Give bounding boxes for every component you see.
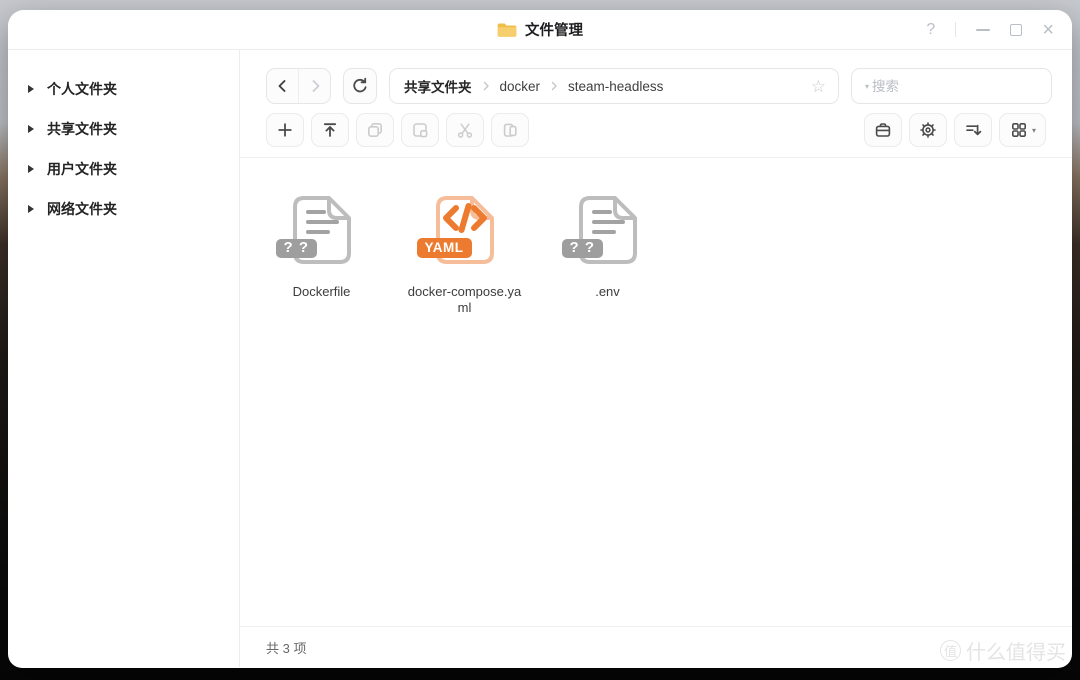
refresh-button[interactable]	[343, 68, 377, 104]
file-grid: ? ? Dockerfile	[240, 158, 1072, 626]
sidebar-item-label: 共享文件夹	[47, 119, 117, 139]
generic-file-icon: ? ?	[569, 191, 647, 271]
file-item-dockerfile[interactable]: ? ? Dockerfile	[250, 191, 393, 626]
page-title: 文件管理	[525, 19, 583, 40]
back-button[interactable]	[267, 69, 298, 103]
sidebar-item-label: 用户文件夹	[47, 159, 117, 179]
chevron-right-icon	[549, 81, 559, 91]
toolbar-right-group: ▾	[864, 113, 1046, 147]
upload-button[interactable]	[311, 113, 349, 147]
forward-button[interactable]	[298, 69, 330, 103]
cut-button[interactable]	[446, 113, 484, 147]
close-icon[interactable]: ×	[1042, 20, 1054, 40]
sidebar-item-label: 网络文件夹	[47, 199, 117, 219]
expand-caret-icon[interactable]	[28, 125, 34, 133]
watermark-text: 什么值得买	[966, 636, 1066, 665]
content-pane: 共享文件夹 docker steam-headless ☆	[240, 50, 1072, 667]
navigation-row: 共享文件夹 docker steam-headless ☆	[240, 50, 1072, 104]
gear-icon	[918, 120, 938, 140]
file-item-env[interactable]: ? ? .env	[536, 191, 679, 626]
chevron-right-icon	[313, 81, 318, 91]
settings-button[interactable]	[909, 113, 947, 147]
sort-button[interactable]	[954, 113, 992, 147]
search-input[interactable]	[872, 79, 1049, 94]
breadcrumb: 共享文件夹 docker steam-headless ☆	[389, 68, 839, 104]
search-scope-caret-icon[interactable]: ▾	[865, 82, 869, 91]
main-area: 个人文件夹 共享文件夹 用户文件夹 网络文件夹	[8, 50, 1072, 667]
titlebar: 文件管理 ? ×	[8, 10, 1072, 50]
titlebar-title-group: 文件管理	[8, 10, 1072, 49]
view-mode-button[interactable]: ▾	[999, 113, 1046, 147]
view-grid-icon	[1009, 120, 1029, 140]
expand-caret-icon[interactable]	[28, 165, 34, 173]
toolbar-left-group	[266, 113, 529, 147]
sidebar-item-shared-folders[interactable]: 共享文件夹	[8, 109, 239, 149]
generic-file-icon: ? ?	[283, 191, 361, 271]
search-box: ▾	[851, 68, 1052, 104]
folder-icon	[497, 21, 517, 38]
copy-icon	[365, 120, 385, 140]
file-name: docker-compose.yaml	[406, 284, 524, 316]
file-name: Dockerfile	[263, 284, 381, 300]
toolbar: ▾	[240, 104, 1072, 158]
new-icon	[275, 120, 295, 140]
paste-button[interactable]	[491, 113, 529, 147]
file-type-badge: ? ?	[276, 239, 318, 258]
chevron-right-icon	[481, 81, 491, 91]
minimize-icon[interactable]	[976, 29, 990, 31]
window-controls: ? ×	[926, 10, 1054, 49]
file-manager-window: 文件管理 ? × 个人文件夹 共享文件夹 用户文件夹	[8, 10, 1072, 668]
task-manager-button[interactable]	[864, 113, 902, 147]
view-mode-caret-icon: ▾	[1032, 126, 1036, 135]
upload-icon	[320, 120, 340, 140]
controls-divider	[955, 22, 956, 37]
refresh-icon	[350, 76, 370, 96]
task-manager-icon	[873, 120, 893, 140]
duplicate-button[interactable]	[401, 113, 439, 147]
watermark-badge: 值	[940, 640, 961, 661]
item-count: 共 3 项	[266, 638, 306, 657]
breadcrumb-shared-folders[interactable]: 共享文件夹	[404, 76, 472, 96]
sidebar-item-label: 个人文件夹	[47, 79, 117, 99]
file-type-badge: YAML	[417, 238, 472, 258]
file-type-badge: ? ?	[562, 239, 604, 258]
sidebar: 个人文件夹 共享文件夹 用户文件夹 网络文件夹	[8, 50, 240, 667]
maximize-icon[interactable]	[1010, 24, 1022, 36]
file-item-docker-compose[interactable]: YAML docker-compose.yaml	[393, 191, 536, 626]
chevron-left-icon	[279, 81, 284, 91]
yaml-file-icon: YAML	[426, 191, 504, 271]
duplicate-icon	[410, 120, 430, 140]
expand-caret-icon[interactable]	[28, 205, 34, 213]
help-icon[interactable]: ?	[926, 21, 935, 39]
paste-icon	[500, 120, 520, 140]
file-name: .env	[549, 284, 667, 300]
breadcrumb-steam-headless[interactable]: steam-headless	[568, 79, 663, 94]
history-nav-group	[266, 68, 331, 104]
expand-caret-icon[interactable]	[28, 85, 34, 93]
new-button[interactable]	[266, 113, 304, 147]
favorite-star-icon[interactable]: ☆	[811, 78, 826, 95]
sidebar-item-network-folders[interactable]: 网络文件夹	[8, 189, 239, 229]
sidebar-item-user-folders[interactable]: 用户文件夹	[8, 149, 239, 189]
copy-button[interactable]	[356, 113, 394, 147]
sidebar-item-personal-folders[interactable]: 个人文件夹	[8, 69, 239, 109]
sort-icon	[963, 120, 983, 140]
watermark: 值 什么值得买	[940, 636, 1066, 665]
cut-icon	[455, 120, 475, 140]
breadcrumb-docker[interactable]: docker	[500, 79, 541, 94]
